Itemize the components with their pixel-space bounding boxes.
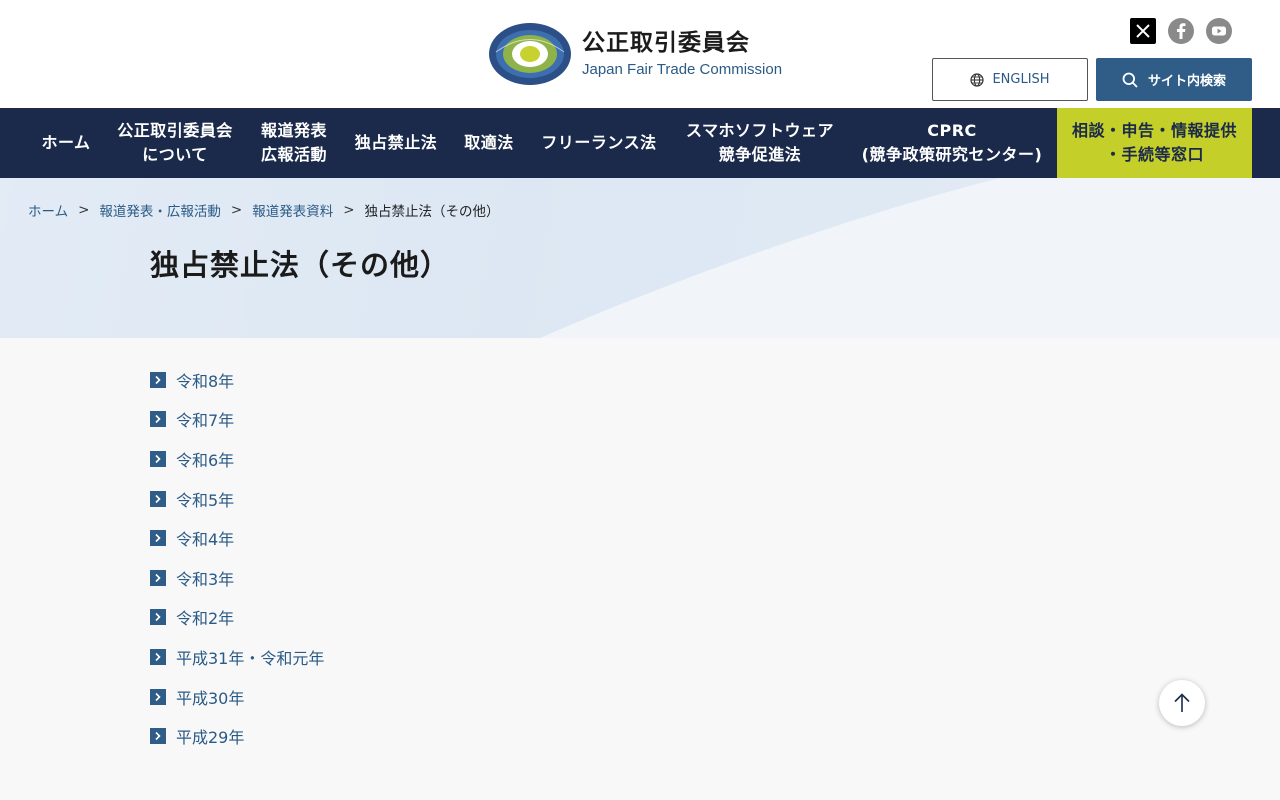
site-search-button[interactable]: サイト内検索 (1096, 58, 1252, 101)
year-link[interactable]: 平成29年 (176, 724, 244, 748)
year-link[interactable]: 令和2年 (176, 605, 234, 629)
breadcrumb-separator: > (343, 202, 355, 218)
chevron-right-icon (150, 609, 166, 626)
nav-item-freelance[interactable]: フリーランス法 (530, 108, 668, 178)
year-link[interactable]: 令和4年 (176, 526, 234, 550)
nav-label: 相談・申告・情報提供 (1071, 121, 1237, 140)
nav-item-home[interactable]: ホーム (28, 108, 104, 178)
nav-label: 広報活動 (260, 145, 327, 164)
breadcrumb-press[interactable]: 報道発表・広報活動 (99, 200, 221, 220)
back-to-top-button[interactable] (1159, 680, 1205, 726)
english-label: ENGLISH (992, 72, 1050, 87)
list-item[interactable]: 令和8年 (150, 360, 324, 400)
nav-item-about[interactable]: 公正取引委員会 について (106, 108, 244, 178)
breadcrumb-home[interactable]: ホーム (28, 200, 68, 220)
search-label: サイト内検索 (1147, 74, 1226, 89)
list-item[interactable]: 平成31年・令和元年 (150, 637, 324, 677)
list-item[interactable]: 令和2年 (150, 598, 324, 638)
chevron-right-icon (150, 411, 166, 428)
nav-label: フリーランス法 (541, 133, 657, 152)
year-link[interactable]: 平成30年 (176, 685, 244, 709)
list-item[interactable]: 平成29年 (150, 716, 324, 756)
list-item[interactable]: 令和7年 (150, 400, 324, 440)
nav-label: CPRC (927, 121, 977, 140)
chevron-right-icon (150, 371, 166, 388)
page-hero: ホーム > 報道発表・広報活動 > 報道発表資料 > 独占禁止法（その他） 独占… (0, 178, 1280, 338)
search-icon (1122, 72, 1138, 88)
chevron-right-icon (150, 648, 166, 665)
nav-item-cprc[interactable]: CPRC (競争政策研究センター) (852, 108, 1052, 178)
english-button[interactable]: ENGLISH (932, 58, 1088, 101)
year-link[interactable]: 令和7年 (176, 407, 234, 431)
nav-label: 取適法 (464, 133, 514, 152)
jftc-emblem-icon (489, 23, 571, 85)
site-header: 公正取引委員会 Japan Fair Trade Commission ENGL… (0, 0, 1280, 108)
nav-item-press[interactable]: 報道発表 広報活動 (248, 108, 340, 178)
year-list: 令和8年 令和7年 令和6年 令和5年 令和4年 令和3年 令和2年 平成31年… (150, 360, 324, 756)
breadcrumb-current: 独占禁止法（その他） (364, 204, 500, 220)
year-link[interactable]: 令和3年 (176, 566, 234, 590)
breadcrumb: ホーム > 報道発表・広報活動 > 報道発表資料 > 独占禁止法（その他） (28, 200, 500, 220)
year-link[interactable]: 令和5年 (176, 487, 234, 511)
chevron-right-icon (150, 490, 166, 507)
list-item[interactable]: 令和5年 (150, 479, 324, 519)
year-link[interactable]: 令和8年 (176, 368, 234, 392)
list-item[interactable]: 令和6年 (150, 439, 324, 479)
x-icon[interactable] (1130, 18, 1156, 44)
nav-label: ・手続等窓口 (1104, 145, 1204, 164)
nav-label: 独占禁止法 (354, 133, 438, 152)
chevron-right-icon (150, 728, 166, 745)
nav-label: スマホソフトウェア (685, 121, 835, 140)
nav-label: ホーム (41, 133, 91, 152)
nav-label: について (142, 145, 208, 164)
list-item[interactable]: 令和4年 (150, 518, 324, 558)
list-item[interactable]: 平成30年 (150, 677, 324, 717)
nav-item-smartphone[interactable]: スマホソフトウェア 競争促進法 (672, 108, 848, 178)
nav-label: 競争促進法 (718, 145, 802, 164)
facebook-icon[interactable] (1168, 18, 1194, 44)
nav-label: 報道発表 (260, 121, 327, 140)
year-link[interactable]: 平成31年・令和元年 (176, 645, 324, 669)
list-item[interactable]: 令和3年 (150, 558, 324, 598)
chevron-right-icon (150, 450, 166, 467)
breadcrumb-press-materials[interactable]: 報道発表資料 (252, 200, 333, 220)
nav-label: (競争政策研究センター) (861, 145, 1043, 164)
chevron-right-icon (150, 688, 166, 705)
nav-item-consultation[interactable]: 相談・申告・情報提供 ・手続等窓口 (1057, 108, 1252, 178)
social-links (1130, 18, 1232, 44)
breadcrumb-separator: > (78, 202, 90, 218)
org-name-jp: 公正取引委員会 (582, 30, 750, 56)
global-nav: ホーム 公正取引委員会 について 報道発表広報活動 独占禁止法 取適法 フリーラン… (0, 108, 1280, 178)
youtube-icon[interactable] (1206, 18, 1232, 44)
nav-item-torite-act[interactable]: 取適法 (452, 108, 526, 178)
nav-label: 公正取引委員会 (117, 121, 233, 140)
year-link[interactable]: 令和6年 (176, 447, 234, 471)
chevron-right-icon (150, 569, 166, 586)
site-logo[interactable]: 公正取引委員会 Japan Fair Trade Commission (488, 22, 782, 86)
breadcrumb-separator: > (230, 202, 243, 218)
nav-item-antimonopoly[interactable]: 独占禁止法 (344, 108, 448, 178)
arrow-up-icon (1174, 693, 1190, 712)
org-name-en: Japan Fair Trade Commission (582, 61, 783, 78)
page-title: 独占禁止法（その他） (150, 248, 451, 282)
globe-icon (970, 72, 985, 87)
chevron-right-icon (150, 530, 166, 547)
